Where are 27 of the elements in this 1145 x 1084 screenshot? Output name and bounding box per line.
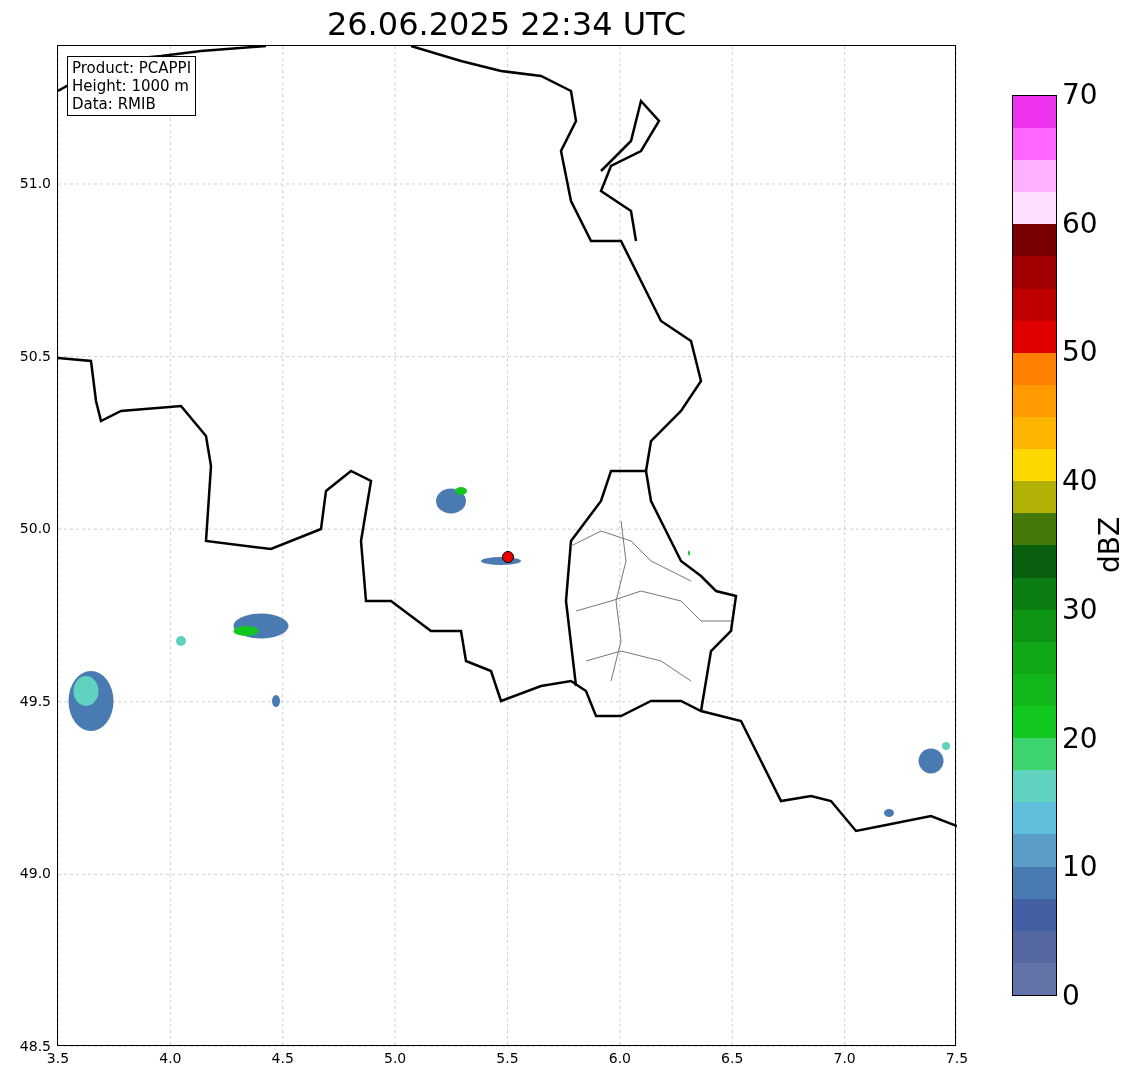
colorbar-tick-label: 50 xyxy=(1062,337,1098,368)
x-tick-label: 6.0 xyxy=(608,1050,631,1066)
x-tick-label: 7.0 xyxy=(833,1050,856,1066)
y-tick-label: 50.0 xyxy=(19,520,51,537)
y-tick-label: 50.5 xyxy=(19,347,51,364)
colorbar-tick-label: 0 xyxy=(1062,981,1080,1011)
y-tick-label: 51.0 xyxy=(19,175,51,191)
chart-title: 26.06.2025 22:34 UTC xyxy=(326,4,687,45)
colorbar-tick-label: 40 xyxy=(1062,466,1098,497)
colorbar-tick-label: 10 xyxy=(1062,852,1098,883)
colorbar-tick-label: 20 xyxy=(1062,723,1098,754)
x-tick-label: 5.5 xyxy=(496,1050,519,1066)
x-tick-label: 5.0 xyxy=(384,1050,407,1066)
info-line: Product: PCAPPI xyxy=(72,59,192,77)
radar-site-marker xyxy=(502,551,514,563)
colorbar-tick-label: 30 xyxy=(1062,594,1098,625)
colorbar-tick-label: 60 xyxy=(1062,208,1098,239)
y-tick-label: 49.0 xyxy=(19,865,51,882)
colorbar-tick-label: 70 xyxy=(1062,80,1098,110)
x-tick-label: 7.5 xyxy=(945,1050,969,1066)
y-tick-label: 49.5 xyxy=(19,692,51,709)
x-tick-label: 6.5 xyxy=(721,1050,744,1066)
x-tick-label: 4.5 xyxy=(271,1050,294,1066)
colorbar-label: dBZ xyxy=(1095,516,1125,574)
info-line: Data: RMIB xyxy=(72,95,157,113)
info-line: Height: 1000 m xyxy=(72,77,190,95)
x-tick-label: 4.0 xyxy=(159,1050,182,1066)
